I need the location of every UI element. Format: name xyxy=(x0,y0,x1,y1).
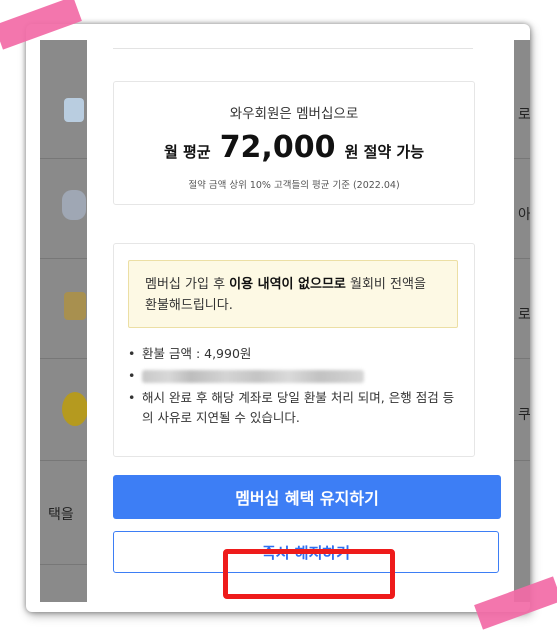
background-left-label: 택을 xyxy=(48,507,74,523)
screenshot-frame: 택을 로켓프 아침 로켓배 쿠팡플 와우회원은 멤버십으로 월 평균 72,00… xyxy=(26,24,530,612)
list-item: 해시 완료 후 해당 계좌로 당일 환불 처리 되며, 은행 점검 등의 사유로… xyxy=(128,388,463,428)
box-icon xyxy=(64,292,86,320)
savings-prefix: 월 평균 xyxy=(163,143,211,161)
background-left-column: 택을 xyxy=(40,40,90,602)
background-right-label: 로켓프 xyxy=(518,107,530,123)
notice-text: 멤버십 가입 후 xyxy=(145,277,230,292)
keep-membership-button[interactable]: 멤버십 혜택 유지하기 xyxy=(113,475,501,519)
coin-icon xyxy=(62,392,88,426)
list-item: 환불 금액 : 4,990원 xyxy=(128,344,463,364)
divider xyxy=(113,48,473,49)
savings-amount: 72,000 xyxy=(219,130,336,165)
savings-card: 와우회원은 멤버십으로 월 평균 72,000 원 절약 가능 절약 금액 상위… xyxy=(113,81,475,205)
savings-amount-row: 월 평균 72,000 원 절약 가능 xyxy=(114,130,474,165)
savings-footnote: 절약 금액 상위 10% 고객들의 평균 기준 (2022.04) xyxy=(188,180,400,191)
refund-card: 멤버십 가입 후 이용 내역이 없으므로 월회비 전액을 환불해드립니다. 환불… xyxy=(113,243,475,457)
savings-suffix: 원 절약 가능 xyxy=(344,143,425,161)
annotation-highlight-box xyxy=(223,549,395,599)
list-item-redacted xyxy=(128,366,463,386)
refund-notice: 멤버십 가입 후 이용 내역이 없으므로 월회비 전액을 환불해드립니다. xyxy=(128,260,458,328)
notice-emphasis: 이용 내역이 없으므로 xyxy=(229,277,346,292)
background-right-label: 로켓배 xyxy=(518,307,530,323)
background-right-label: 아침 xyxy=(518,207,530,223)
refund-details-list: 환불 금액 : 4,990원 해시 완료 후 해당 계좌로 당일 환불 처리 되… xyxy=(128,344,463,430)
robot-icon xyxy=(62,190,86,220)
redacted-account-info xyxy=(142,370,364,383)
doc-icon xyxy=(64,98,84,122)
savings-intro: 와우회원은 멤버십으로 xyxy=(229,106,359,122)
background-right-column: 로켓프 아침 로켓배 쿠팡플 xyxy=(514,40,530,602)
background-right-label: 쿠팡플 xyxy=(518,407,530,423)
cancel-membership-modal: 와우회원은 멤버십으로 월 평균 72,000 원 절약 가능 절약 금액 상위… xyxy=(87,40,501,602)
